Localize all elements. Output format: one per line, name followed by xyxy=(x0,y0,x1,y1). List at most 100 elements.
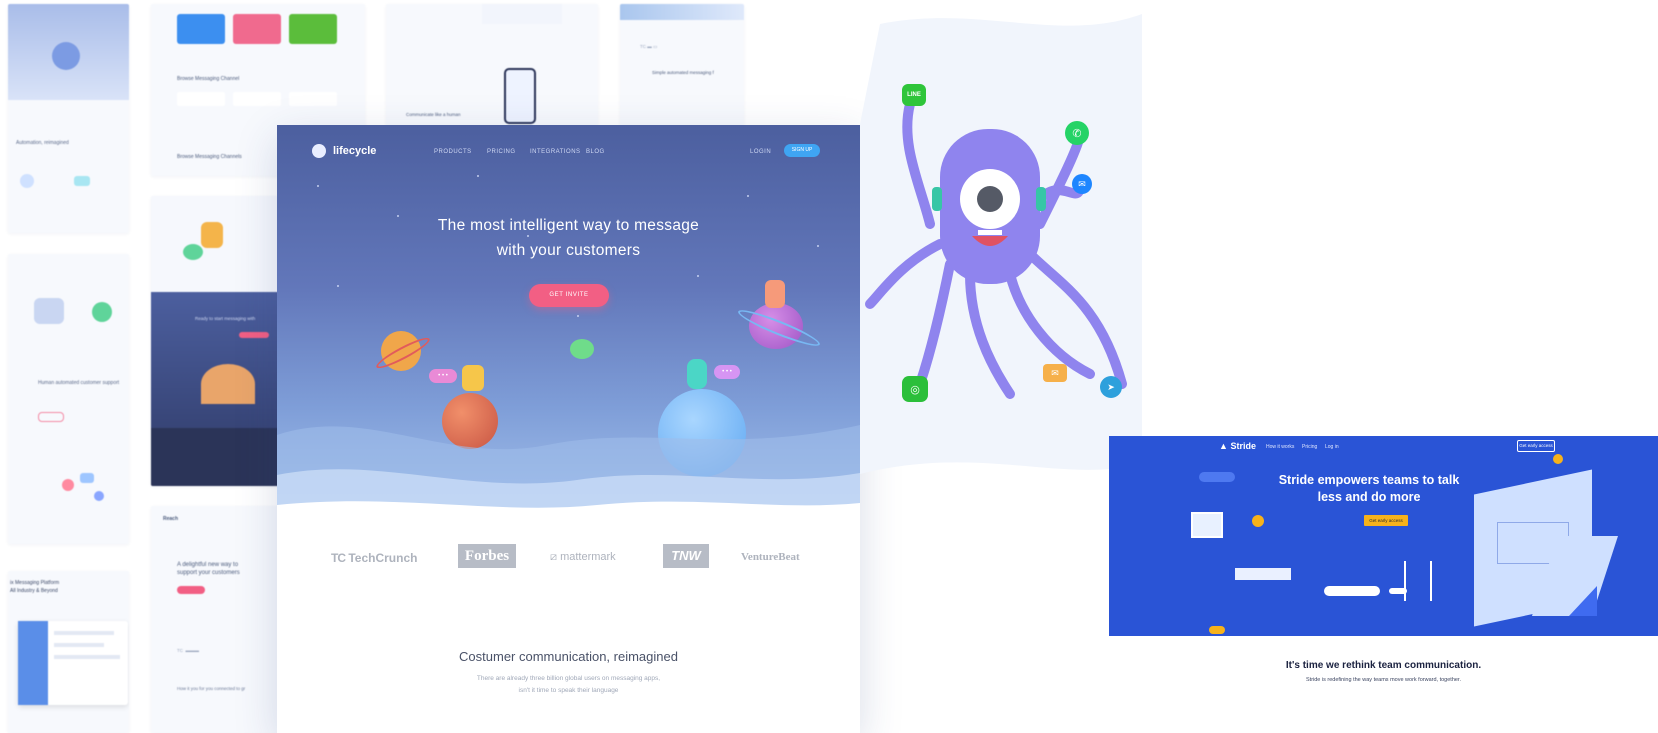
green-alien-icon xyxy=(570,339,594,359)
collage-form xyxy=(482,4,562,24)
stride-cta-button[interactable]: Get early access xyxy=(1364,515,1408,526)
nav-integrations[interactable]: INTEGRATIONS xyxy=(530,149,581,155)
pen-icon xyxy=(74,176,90,186)
messenger-tile-icon xyxy=(177,14,225,44)
ladder-icon xyxy=(1404,561,1432,601)
channel-chip xyxy=(233,92,281,106)
collage-cta xyxy=(177,586,205,594)
phone-mockup-icon xyxy=(504,68,536,124)
line-tile-icon xyxy=(289,14,337,44)
stride-nav-login[interactable]: Log in xyxy=(1325,444,1339,450)
stride-headline: Stride empowers teams to talk less and d… xyxy=(1269,472,1469,506)
collage-mid-text: Ready to start messaging with xyxy=(195,316,256,321)
collage-tagline-1: A delightful new way to xyxy=(177,562,239,568)
mattermark-logo: ⧄ mattermark xyxy=(550,551,616,563)
stride-headline-line1: Stride empowers teams to talk xyxy=(1278,473,1460,487)
wechat-icon: ◎ xyxy=(902,376,928,402)
collage-pill-button xyxy=(239,332,269,338)
stride-nav-pricing[interactable]: Pricing xyxy=(1302,444,1317,450)
key-icon xyxy=(1389,588,1407,594)
planet-icon xyxy=(52,42,80,70)
collage-card-reach: Reach A delightful new way to support yo… xyxy=(151,506,279,733)
messenger-icon: ✉ xyxy=(1072,174,1092,194)
octopus-svg xyxy=(860,14,1142,474)
collage-item-text: Human automated customer support xyxy=(38,380,120,386)
collage-footer-dark xyxy=(151,428,279,486)
hero-headline: The most intelligent way to message with… xyxy=(277,213,860,263)
section-subtitle-line2: isn't it time to speak their language xyxy=(518,687,619,694)
collage-footer-title: Browse Messaging Channels xyxy=(177,154,242,160)
signup-button[interactable]: SIGN UP xyxy=(784,144,820,157)
stride-brand[interactable]: ▲ Stride xyxy=(1219,441,1256,451)
alien-icon xyxy=(92,302,112,322)
collage-card-human-support: Human automated customer support xyxy=(8,254,129,544)
venturebeat-logo: VentureBeat xyxy=(741,551,800,563)
collage-caption: How it you for you connected to gr xyxy=(177,686,246,691)
collage-logo-row: TC ▬▬▬ xyxy=(177,648,199,653)
collage-card-platform: ix Messaging Platform All Industry & Bey… xyxy=(8,571,129,733)
chat-card-icon xyxy=(1235,568,1291,580)
stride-brand-text: Stride xyxy=(1230,441,1256,451)
whatsapp-icon: ✆ xyxy=(1065,121,1089,145)
tnw-logo: TNW xyxy=(663,544,709,568)
lifecycle-landing-page: lifecycle PRODUCTS PRICING INTEGRATIONS … xyxy=(277,125,860,733)
get-invite-button[interactable]: GET INVITE xyxy=(529,284,609,307)
collage-card-phone: Communicate like a human xyxy=(386,4,598,125)
paint-roller-icon xyxy=(1191,512,1223,538)
collage-bottom-text: ix Messaging Platform All Industry & Bey… xyxy=(10,580,60,594)
email-icon: ✉ xyxy=(1043,364,1067,382)
techcrunch-logo-text: TechCrunch xyxy=(348,551,418,565)
forbes-logo: Forbes xyxy=(458,544,516,568)
cloud-icon xyxy=(1199,472,1235,482)
robot-icon xyxy=(20,174,34,188)
telegram-icon: ➤ xyxy=(1100,376,1122,398)
character-illustration-icon xyxy=(181,222,231,262)
techcrunch-logo: TC TechCrunch xyxy=(331,551,418,565)
instagram-tile-icon xyxy=(233,14,281,44)
collage-logos: TC ▬ ▭ xyxy=(640,44,658,49)
wrench-icon xyxy=(1324,586,1380,596)
stride-logo-icon: ▲ xyxy=(1219,441,1228,451)
stride-subtext: Stride is redefining the way teams move … xyxy=(1306,677,1461,683)
lifecycle-brand[interactable]: lifecycle xyxy=(333,145,376,157)
octopus-illustration: LINE ✆ ✉ ◎ ✉ ➤ xyxy=(860,4,1142,494)
channel-chip xyxy=(177,92,225,106)
planet-surface-icon xyxy=(201,364,255,404)
nav-pricing[interactable]: PRICING xyxy=(487,149,516,155)
mattermark-logo-text: mattermark xyxy=(560,551,616,563)
robot-illustration-icon xyxy=(34,298,64,324)
nav-blog[interactable]: BLOG xyxy=(586,149,605,155)
sun-icon xyxy=(1553,454,1563,464)
pink-creature-icon xyxy=(765,280,785,308)
section-subtitle-line1: There are already three billion global u… xyxy=(476,675,661,682)
collage-tagline-2: support your customers xyxy=(177,570,240,576)
line-app-icon: LINE xyxy=(902,84,926,106)
collage-brand: Reach xyxy=(163,516,179,522)
channel-chip xyxy=(289,92,337,106)
ruler-triangle-icon xyxy=(1569,586,1597,616)
stride-nav-button[interactable]: Get early access xyxy=(1517,440,1555,452)
collage-section-title: Browse Messaging Channel xyxy=(177,76,240,82)
collage-card-automation: Automation, reimagined xyxy=(8,4,129,233)
nav-products[interactable]: PRODUCTS xyxy=(434,149,472,155)
balloons-icon xyxy=(58,469,118,509)
collage-phone-caption: Communicate like a human xyxy=(406,112,461,117)
section-title: Costumer communication, reimagined xyxy=(459,649,678,664)
collage-card-ready: Ready to start messaging with xyxy=(151,196,279,486)
lifecycle-logo-icon xyxy=(312,144,326,158)
stride-nav-how[interactable]: How it works xyxy=(1266,444,1294,450)
lifecycle-hero: lifecycle PRODUCTS PRICING INTEGRATIONS … xyxy=(277,125,860,530)
chat-window-mockup xyxy=(18,621,128,705)
hero-headline-line2: with your customers xyxy=(496,242,641,259)
stride-subheadline: It's time we rethink team communication. xyxy=(1285,660,1482,671)
hero-waves xyxy=(277,425,860,530)
collage-wave xyxy=(620,4,744,20)
gold-coin-icon xyxy=(1252,515,1264,527)
collage-automated-title: Simple automated messaging f xyxy=(652,70,714,75)
nav-login[interactable]: LOGIN xyxy=(750,149,771,155)
collage-small-button xyxy=(38,412,64,422)
yellow-key-icon xyxy=(1209,626,1225,634)
section-subtitle: There are already three billion global u… xyxy=(277,673,860,697)
hero-headline-line1: The most intelligent way to message xyxy=(437,217,700,234)
stride-landing-page: ▲ Stride How it works Pricing Log in Get… xyxy=(1109,436,1658,636)
